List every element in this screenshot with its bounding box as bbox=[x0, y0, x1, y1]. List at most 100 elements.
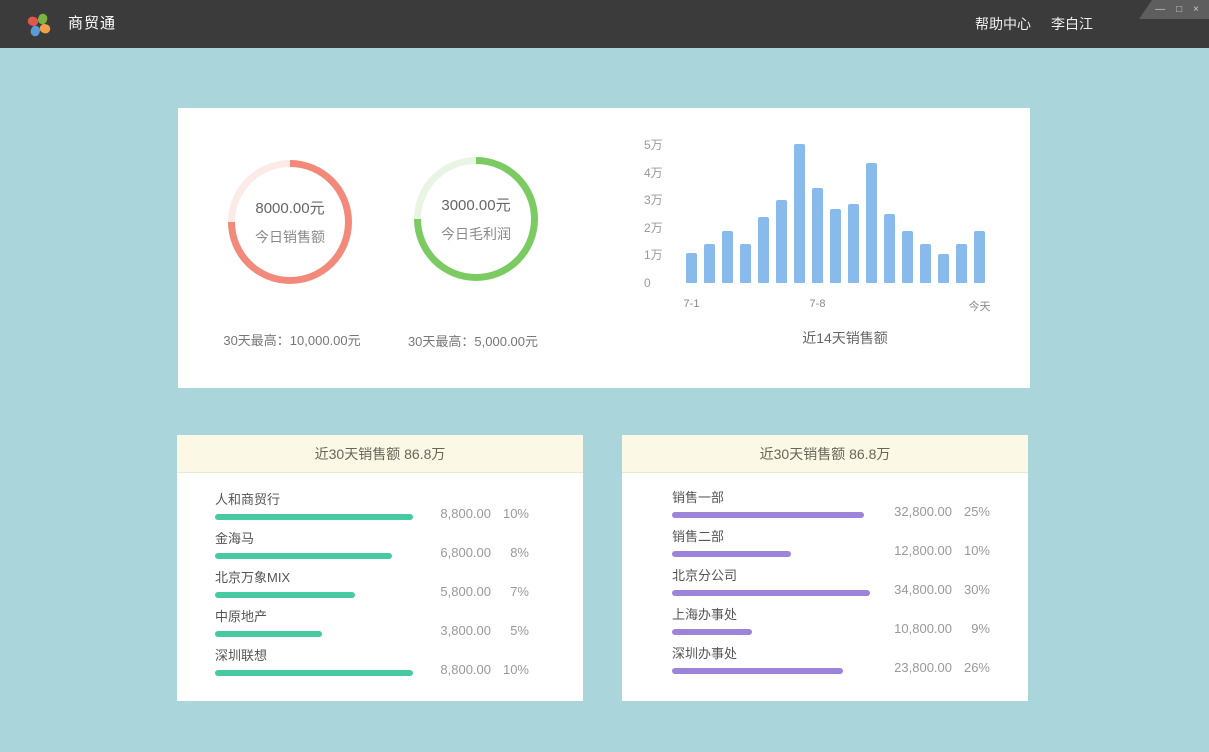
rank-row: 北京万象MIX5,800.007% bbox=[215, 570, 529, 609]
bar-chart-caption: 近14天销售额 bbox=[802, 328, 888, 348]
sales-bar bbox=[956, 244, 967, 283]
customer-rank-list: 人和商贸行8,800.0010%金海马6,800.008%北京万象MIX5,80… bbox=[177, 473, 583, 687]
today-profit-30d-max: 30天最高：5,000.00元 bbox=[323, 331, 623, 350]
rank-amount: 5,800.00 bbox=[421, 584, 491, 599]
rank-bar bbox=[672, 551, 791, 557]
sales-bar bbox=[686, 253, 697, 283]
rank-row: 深圳联想8,800.0010% bbox=[215, 648, 529, 687]
rank-values: 12,800.0010% bbox=[882, 543, 990, 558]
bar-chart-x-axis: 7-17-8今天 bbox=[686, 298, 986, 312]
help-center-link[interactable]: 帮助中心 bbox=[975, 14, 1031, 34]
pinwheel-logo-icon bbox=[26, 11, 52, 37]
today-sales-label: 今日销售额 bbox=[255, 227, 325, 247]
rank-percent: 8% bbox=[491, 545, 529, 560]
rank-percent: 10% bbox=[952, 543, 990, 558]
rank-amount: 34,800.00 bbox=[882, 582, 952, 597]
rank-bar bbox=[672, 629, 752, 635]
rank-values: 23,800.0026% bbox=[882, 660, 990, 675]
sales-bar bbox=[848, 204, 859, 283]
sales-bar bbox=[740, 244, 751, 283]
rank-values: 32,800.0025% bbox=[882, 504, 990, 519]
sales-bar bbox=[920, 244, 931, 283]
rank-bar bbox=[672, 512, 864, 518]
customer-rank-card: 近30天销售额 86.8万 人和商贸行8,800.0010%金海马6,800.0… bbox=[177, 435, 583, 701]
rank-percent: 9% bbox=[952, 621, 990, 636]
y-axis-tick: 2万 bbox=[644, 221, 684, 235]
rank-values: 5,800.007% bbox=[421, 584, 529, 599]
rank-values: 8,800.0010% bbox=[421, 662, 529, 677]
rank-row: 中原地产3,800.005% bbox=[215, 609, 529, 648]
x-axis-label: 7-1 bbox=[684, 298, 700, 310]
rank-amount: 23,800.00 bbox=[882, 660, 952, 675]
minimize-button[interactable]: — bbox=[1155, 5, 1165, 15]
rank-percent: 5% bbox=[491, 623, 529, 638]
sales-bar bbox=[776, 200, 787, 283]
rank-percent: 30% bbox=[952, 582, 990, 597]
rank-bar bbox=[215, 631, 322, 637]
app-window: 商贸通 帮助中心 李白江 — □ × 8000.00元 今日销售额 30天最高：… bbox=[0, 0, 1209, 752]
app-title: 商贸通 bbox=[68, 0, 116, 48]
rank-amount: 32,800.00 bbox=[882, 504, 952, 519]
overview-card: 8000.00元 今日销售额 30天最高：10,000.00元 3000.00元… bbox=[178, 108, 1030, 388]
sales-bar bbox=[884, 214, 895, 283]
today-sales-donut: 8000.00元 今日销售额 bbox=[228, 160, 352, 284]
rank-row: 北京分公司34,800.0030% bbox=[672, 568, 990, 607]
rank-amount: 12,800.00 bbox=[882, 543, 952, 558]
y-axis-tick: 1万 bbox=[644, 248, 684, 262]
user-menu[interactable]: 李白江 bbox=[1051, 14, 1093, 34]
rank-percent: 10% bbox=[491, 506, 529, 521]
rank-percent: 7% bbox=[491, 584, 529, 599]
rank-bar bbox=[215, 670, 413, 676]
sales-bar bbox=[722, 231, 733, 283]
titlebar: 商贸通 帮助中心 李白江 — □ × bbox=[0, 0, 1209, 48]
today-profit-label: 今日毛利润 bbox=[441, 224, 511, 244]
rank-amount: 8,800.00 bbox=[421, 662, 491, 677]
y-axis-tick: 5万 bbox=[644, 138, 684, 152]
rank-bar bbox=[215, 553, 392, 559]
rank-values: 8,800.0010% bbox=[421, 506, 529, 521]
sales-bar bbox=[758, 217, 769, 283]
y-axis-tick: 4万 bbox=[644, 166, 684, 180]
department-rank-card: 近30天销售额 86.8万 销售一部32,800.0025%销售二部12,800… bbox=[622, 435, 1028, 701]
department-rank-list: 销售一部32,800.0025%销售二部12,800.0010%北京分公司34,… bbox=[622, 473, 1028, 685]
sales-bar bbox=[830, 209, 841, 284]
rank-bar bbox=[672, 668, 843, 674]
rank-percent: 10% bbox=[491, 662, 529, 677]
titlebar-right: 帮助中心 李白江 bbox=[975, 0, 1093, 48]
today-sales-value: 8000.00元 bbox=[255, 197, 324, 218]
bar-chart-y-axis: 5万 4万 3万 2万 1万 0 bbox=[644, 138, 684, 290]
rank-row: 人和商贸行8,800.0010% bbox=[215, 492, 529, 531]
sales-bar bbox=[974, 231, 985, 283]
rank-values: 3,800.005% bbox=[421, 623, 529, 638]
rank-values: 34,800.0030% bbox=[882, 582, 990, 597]
rank-row: 金海马6,800.008% bbox=[215, 531, 529, 570]
sales-bar bbox=[704, 244, 715, 283]
sales-bar bbox=[812, 188, 823, 283]
sales-bar bbox=[902, 231, 913, 283]
customer-rank-title: 近30天销售额 86.8万 bbox=[177, 435, 583, 473]
rank-bar bbox=[215, 592, 355, 598]
rank-row: 销售一部32,800.0025% bbox=[672, 490, 990, 529]
y-axis-tick: 0 bbox=[644, 276, 684, 290]
department-rank-title: 近30天销售额 86.8万 bbox=[622, 435, 1028, 473]
sales-bar bbox=[938, 254, 949, 283]
close-button[interactable]: × bbox=[1193, 5, 1199, 15]
today-profit-value: 3000.00元 bbox=[441, 194, 510, 215]
rank-amount: 6,800.00 bbox=[421, 545, 491, 560]
today-profit-donut: 3000.00元 今日毛利润 bbox=[414, 157, 538, 281]
rank-bar bbox=[672, 590, 870, 596]
x-axis-label: 7-8 bbox=[810, 298, 826, 310]
rank-bar bbox=[215, 514, 413, 520]
sales-bar bbox=[866, 163, 877, 283]
window-controls: — □ × bbox=[1139, 0, 1209, 19]
rank-row: 深圳办事处23,800.0026% bbox=[672, 646, 990, 685]
sales-bar bbox=[794, 144, 805, 283]
rank-row: 销售二部12,800.0010% bbox=[672, 529, 990, 568]
y-axis-tick: 3万 bbox=[644, 193, 684, 207]
x-axis-label: 今天 bbox=[969, 298, 991, 314]
rank-amount: 8,800.00 bbox=[421, 506, 491, 521]
maximize-button[interactable]: □ bbox=[1176, 5, 1182, 15]
today-profit-donut-center: 3000.00元 今日毛利润 bbox=[421, 164, 531, 274]
rank-amount: 10,800.00 bbox=[882, 621, 952, 636]
rank-row: 上海办事处10,800.009% bbox=[672, 607, 990, 646]
